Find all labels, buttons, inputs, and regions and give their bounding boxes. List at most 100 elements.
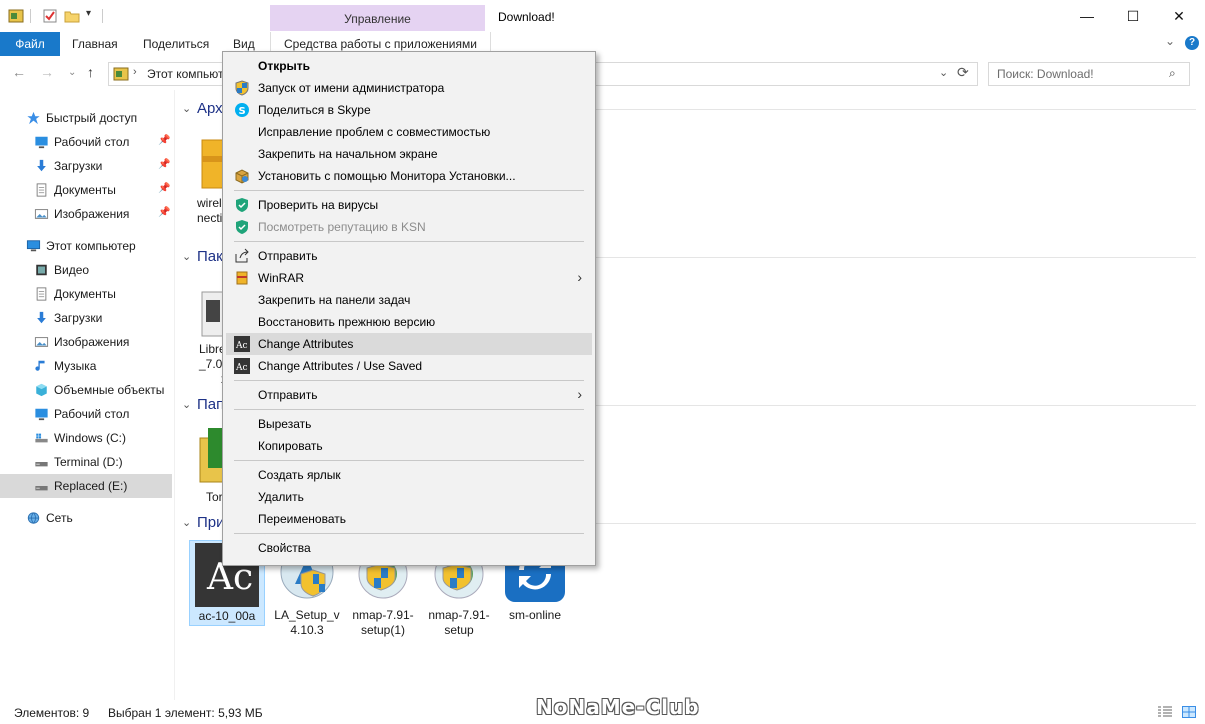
menu-separator (234, 533, 584, 534)
sidebar-item-3d-objects[interactable]: Объемные объекты (0, 378, 172, 402)
sidebar-item-drive-c[interactable]: Windows (C:) (0, 426, 172, 450)
tab-file[interactable]: Файл (0, 32, 60, 56)
menu-item-share-skype[interactable]: S Поделиться в Skype (226, 99, 592, 121)
properties-icon[interactable] (42, 8, 58, 24)
minimize-icon: — (1080, 8, 1094, 24)
chevron-down-icon: ⌄ (182, 399, 192, 411)
sidebar-item-label: Сеть (46, 511, 73, 525)
tab-share[interactable]: Поделиться (141, 32, 211, 56)
submenu-arrow-icon: › (577, 269, 582, 285)
menu-item-pin-taskbar[interactable]: Закрепить на панели задач (226, 289, 592, 311)
menu-item-change-attributes-saved[interactable]: Ac Change Attributes / Use Saved (226, 355, 592, 377)
menu-item-cut[interactable]: Вырезать (226, 413, 592, 435)
menu-item-send-to[interactable]: Отправить › (226, 384, 592, 406)
menu-item-properties[interactable]: Свойства (226, 537, 592, 559)
uac-shield-icon (235, 80, 249, 96)
pin-icon: 📌 (158, 207, 171, 218)
menu-item-label: WinRAR (258, 271, 305, 285)
file-name: LA_Setup_v 4.10.3 (270, 608, 344, 638)
file-name-line: necti (197, 211, 223, 225)
sidebar-item-drive-d[interactable]: Terminal (D:) (0, 450, 172, 474)
sidebar-item-desktop[interactable]: Рабочий стол 📌 (0, 130, 172, 154)
help-icon[interactable]: ? (1185, 36, 1199, 50)
back-icon[interactable]: ← (12, 64, 26, 80)
maximize-button[interactable]: ☐ (1110, 0, 1156, 32)
sidebar-item-this-pc[interactable]: Этот компьютер (0, 234, 172, 258)
search-input[interactable]: Поиск: Download! ⌕ (988, 62, 1190, 86)
menu-item-create-shortcut[interactable]: Создать ярлык (226, 464, 592, 486)
refresh-icon[interactable]: ⟳ (957, 64, 969, 81)
sidebar-item-drive-e[interactable]: Replaced (E:) (0, 474, 172, 498)
qat-divider (102, 9, 103, 23)
sidebar-item-downloads[interactable]: Загрузки 📌 (0, 154, 172, 178)
sidebar-item-label: Документы (54, 287, 116, 301)
close-button[interactable]: ✕ (1156, 0, 1202, 32)
file-name: ac-10_00a (198, 609, 256, 623)
menu-item-winrar[interactable]: WinRAR › (226, 267, 592, 289)
group-title: Пак (197, 248, 223, 265)
document-icon (36, 287, 47, 301)
forward-icon[interactable]: → (40, 64, 54, 80)
address-dropdown-icon[interactable]: ⌄ (939, 66, 948, 79)
sidebar-item-label: Этот компьютер (46, 239, 136, 253)
sidebar-item-downloads-pc[interactable]: Загрузки (0, 306, 172, 330)
search-icon[interactable]: ⌕ (1169, 66, 1176, 81)
menu-item-scan-virus[interactable]: Проверить на вирусы (226, 194, 592, 216)
status-selection: Выбран 1 элемент: 5,93 МБ (108, 706, 263, 720)
sidebar-item-desktop-pc[interactable]: Рабочий стол (0, 402, 172, 426)
menu-item-pin-start[interactable]: Закрепить на начальном экране (226, 143, 592, 165)
menu-item-install-monitor[interactable]: Установить с помощью Монитора Установки.… (226, 165, 592, 187)
tab-home[interactable]: Главная (70, 32, 120, 56)
image-icon (34, 337, 49, 347)
menu-item-label: Установить с помощью Монитора Установки.… (258, 169, 516, 183)
sidebar-item-label: Рабочий стол (54, 407, 130, 421)
menu-item-delete[interactable]: Удалить (226, 486, 592, 508)
sidebar-item-label: Документы (54, 183, 116, 197)
sidebar-item-pictures-pc[interactable]: Изображения (0, 330, 172, 354)
sidebar-item-network[interactable]: Сеть (0, 506, 172, 530)
sidebar-item-pictures[interactable]: Изображения 📌 (0, 202, 172, 226)
app-icon[interactable] (8, 8, 24, 24)
sidebar-item-label: Изображения (54, 335, 130, 349)
computer-icon (26, 240, 41, 252)
title-bar: ▾ Управление Download! — ☐ ✕ (0, 0, 1205, 32)
menu-item-open[interactable]: Открыть (226, 55, 592, 77)
large-icons-view-icon[interactable] (1182, 706, 1196, 718)
up-icon[interactable]: ↑ (87, 64, 94, 80)
minimize-button[interactable]: — (1064, 0, 1110, 32)
download-icon (37, 311, 46, 324)
network-icon (27, 512, 40, 524)
menu-item-rename[interactable]: Переименовать (226, 508, 592, 530)
menu-item-send-share[interactable]: Отправить (226, 245, 592, 267)
sidebar-item-videos[interactable]: Видео (0, 258, 172, 282)
qat-customize-icon[interactable]: ▾ (86, 8, 91, 19)
ribbon-expand-icon[interactable]: ⌄ (1165, 34, 1175, 48)
menu-item-label: Отправить (258, 249, 318, 263)
sidebar-item-documents-pc[interactable]: Документы (0, 282, 172, 306)
menu-item-label: Закрепить на начальном экране (258, 147, 438, 161)
sidebar-item-documents[interactable]: Документы 📌 (0, 178, 172, 202)
video-icon (36, 264, 47, 276)
chevron-down-icon: ⌄ (182, 517, 192, 529)
new-folder-icon[interactable] (64, 8, 80, 24)
menu-item-restore-version[interactable]: Восстановить прежнюю версию (226, 311, 592, 333)
sidebar-item-label: Рабочий стол (54, 135, 130, 149)
sidebar-item-label: Загрузки (54, 311, 103, 325)
file-name-line: setup(1) (360, 623, 406, 637)
details-view-icon[interactable] (1158, 706, 1172, 718)
menu-item-label: Change Attributes / Use Saved (258, 359, 423, 373)
sidebar-item-quick-access[interactable]: Быстрый доступ (0, 106, 172, 130)
context-tab-header: Управление (270, 5, 485, 31)
sidebar-item-label: Музыка (54, 359, 97, 373)
menu-item-copy[interactable]: Копировать (226, 435, 592, 457)
sidebar-item-music[interactable]: Музыка (0, 354, 172, 378)
menu-item-label: Копировать (258, 439, 323, 453)
recent-locations-icon[interactable]: ⌄ (68, 67, 76, 78)
menu-item-label: Посмотреть репутацию в KSN (258, 220, 426, 234)
menu-item-change-attributes[interactable]: Ac Change Attributes (226, 333, 592, 355)
kaspersky-icon (236, 220, 248, 234)
menu-item-run-as-admin[interactable]: Запуск от имени администратора (226, 77, 592, 99)
menu-item-label: Вырезать (258, 417, 312, 431)
menu-item-compatibility[interactable]: Исправление проблем с совместимостью (226, 121, 592, 143)
music-icon (35, 360, 45, 371)
